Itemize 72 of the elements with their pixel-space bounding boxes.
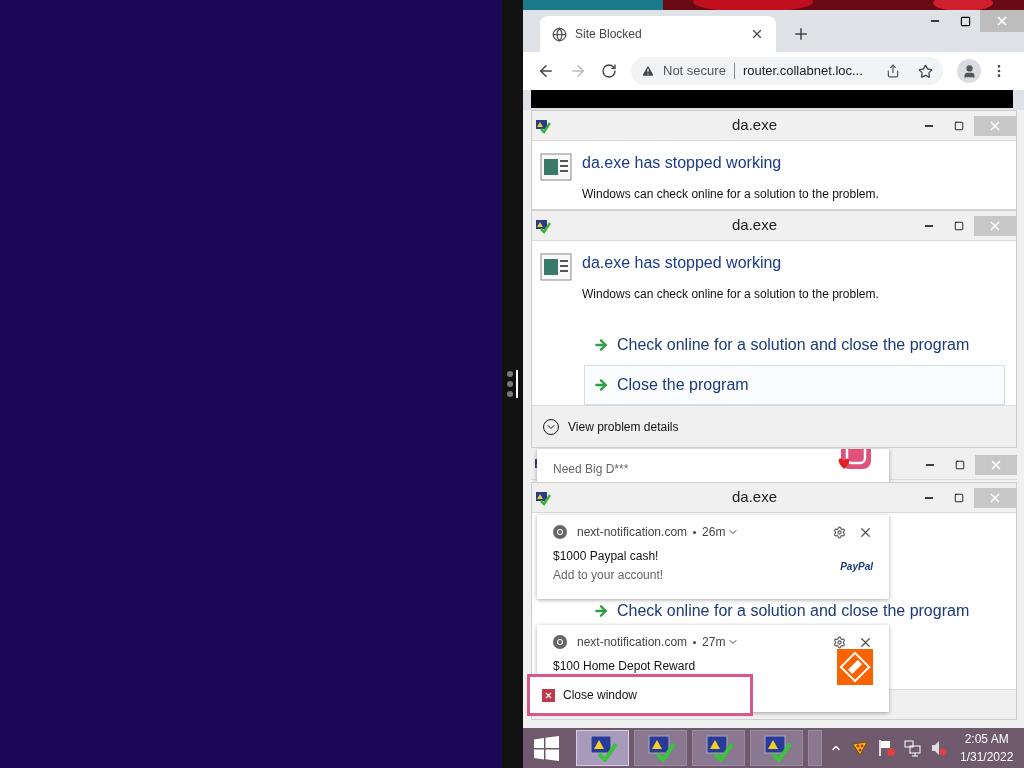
option-link[interactable]: Check online for a solution and close the program [584,591,1005,631]
network-error-icon[interactable] [904,739,922,757]
new-tab-icon[interactable] [792,25,810,43]
browser-icon [553,525,567,539]
warning-icon [641,64,655,78]
close-icon [995,14,1009,28]
maximize-icon [954,220,964,231]
address-bar[interactable]: Not secure router.collabnet.loc... [631,57,943,85]
document-icon [540,253,572,281]
computer-warning-icon [703,734,734,762]
clock[interactable]: 2:05 AM 1/31/2022 [960,730,1014,766]
bookmark-icon[interactable] [918,63,933,79]
settings-icon[interactable] [833,635,846,649]
volume-muted-icon[interactable] [930,739,948,757]
computer-warning-icon [535,217,551,234]
close-icon[interactable] [750,27,764,41]
option-link[interactable]: Check online for a solution and close the program [584,325,1005,365]
brand-logo: PayPal [840,560,873,574]
profile-button[interactable] [957,59,981,83]
notification-body: Need Big D*** [553,461,630,478]
computer-warning-icon [761,734,792,762]
bullet-icon [693,640,697,644]
computer-warning-icon [535,489,551,506]
notification-age: 26m [702,524,726,541]
error-message: Windows can check online for a solution to the problem. [582,186,879,203]
bullet-icon [693,530,697,534]
notification-source: next-notification.com [577,634,688,651]
close-icon [542,688,555,702]
person-icon [961,63,977,79]
window-title: da.exe [732,115,778,136]
browser-tab[interactable]: Site Blocked [540,16,776,52]
settings-icon[interactable] [833,525,846,539]
window-title: da.exe [732,487,778,508]
tab-title: Site Blocked [575,26,642,43]
notification-title: $100 Home Depot Reward [553,658,697,675]
drag-handle[interactable] [516,370,518,398]
globe-icon [552,26,567,42]
window-title: da.exe [732,215,778,236]
reload-icon[interactable] [601,63,617,79]
start-icon[interactable] [534,735,559,761]
notification-source: next-notification.com [577,524,688,541]
pizza-icon[interactable] [852,740,868,756]
arrow-icon [593,603,609,619]
close-window-button[interactable]: Close window [542,686,638,704]
taskbar-app[interactable] [576,730,629,766]
document-icon [540,153,572,181]
computer-warning-icon [535,117,551,134]
share-icon[interactable] [886,64,900,78]
url-text: router.collabnet.loc... [742,62,863,81]
back-icon[interactable] [537,62,555,80]
browser-icon [553,635,567,649]
taskbar-app[interactable] [692,730,745,766]
maximize-icon [955,459,965,470]
expand-icon [542,417,560,436]
computer-warning-icon [587,734,618,762]
error-heading: da.exe has stopped working [582,253,783,273]
taskbar-app[interactable] [634,730,687,766]
maximize-icon [959,15,971,27]
details-toggle[interactable]: View problem details [542,417,679,436]
error-heading: da.exe has stopped working [582,153,783,173]
flag-error-icon[interactable] [878,739,896,757]
maximize-icon [954,120,964,131]
security-label: Not secure [663,62,726,81]
notification-age: 27m [702,634,726,651]
maximize-icon [954,492,964,503]
taskbar-app[interactable] [750,730,803,766]
error-message: Windows can check online for a solution to the problem. [582,286,879,303]
option-link[interactable]: Close the program [584,365,1005,405]
notification-title: $1000 Paypal cash! [553,548,660,565]
store-logo-icon [837,649,873,685]
computer-warning-icon [645,734,676,762]
notification-body: Add to your account! [553,567,665,584]
